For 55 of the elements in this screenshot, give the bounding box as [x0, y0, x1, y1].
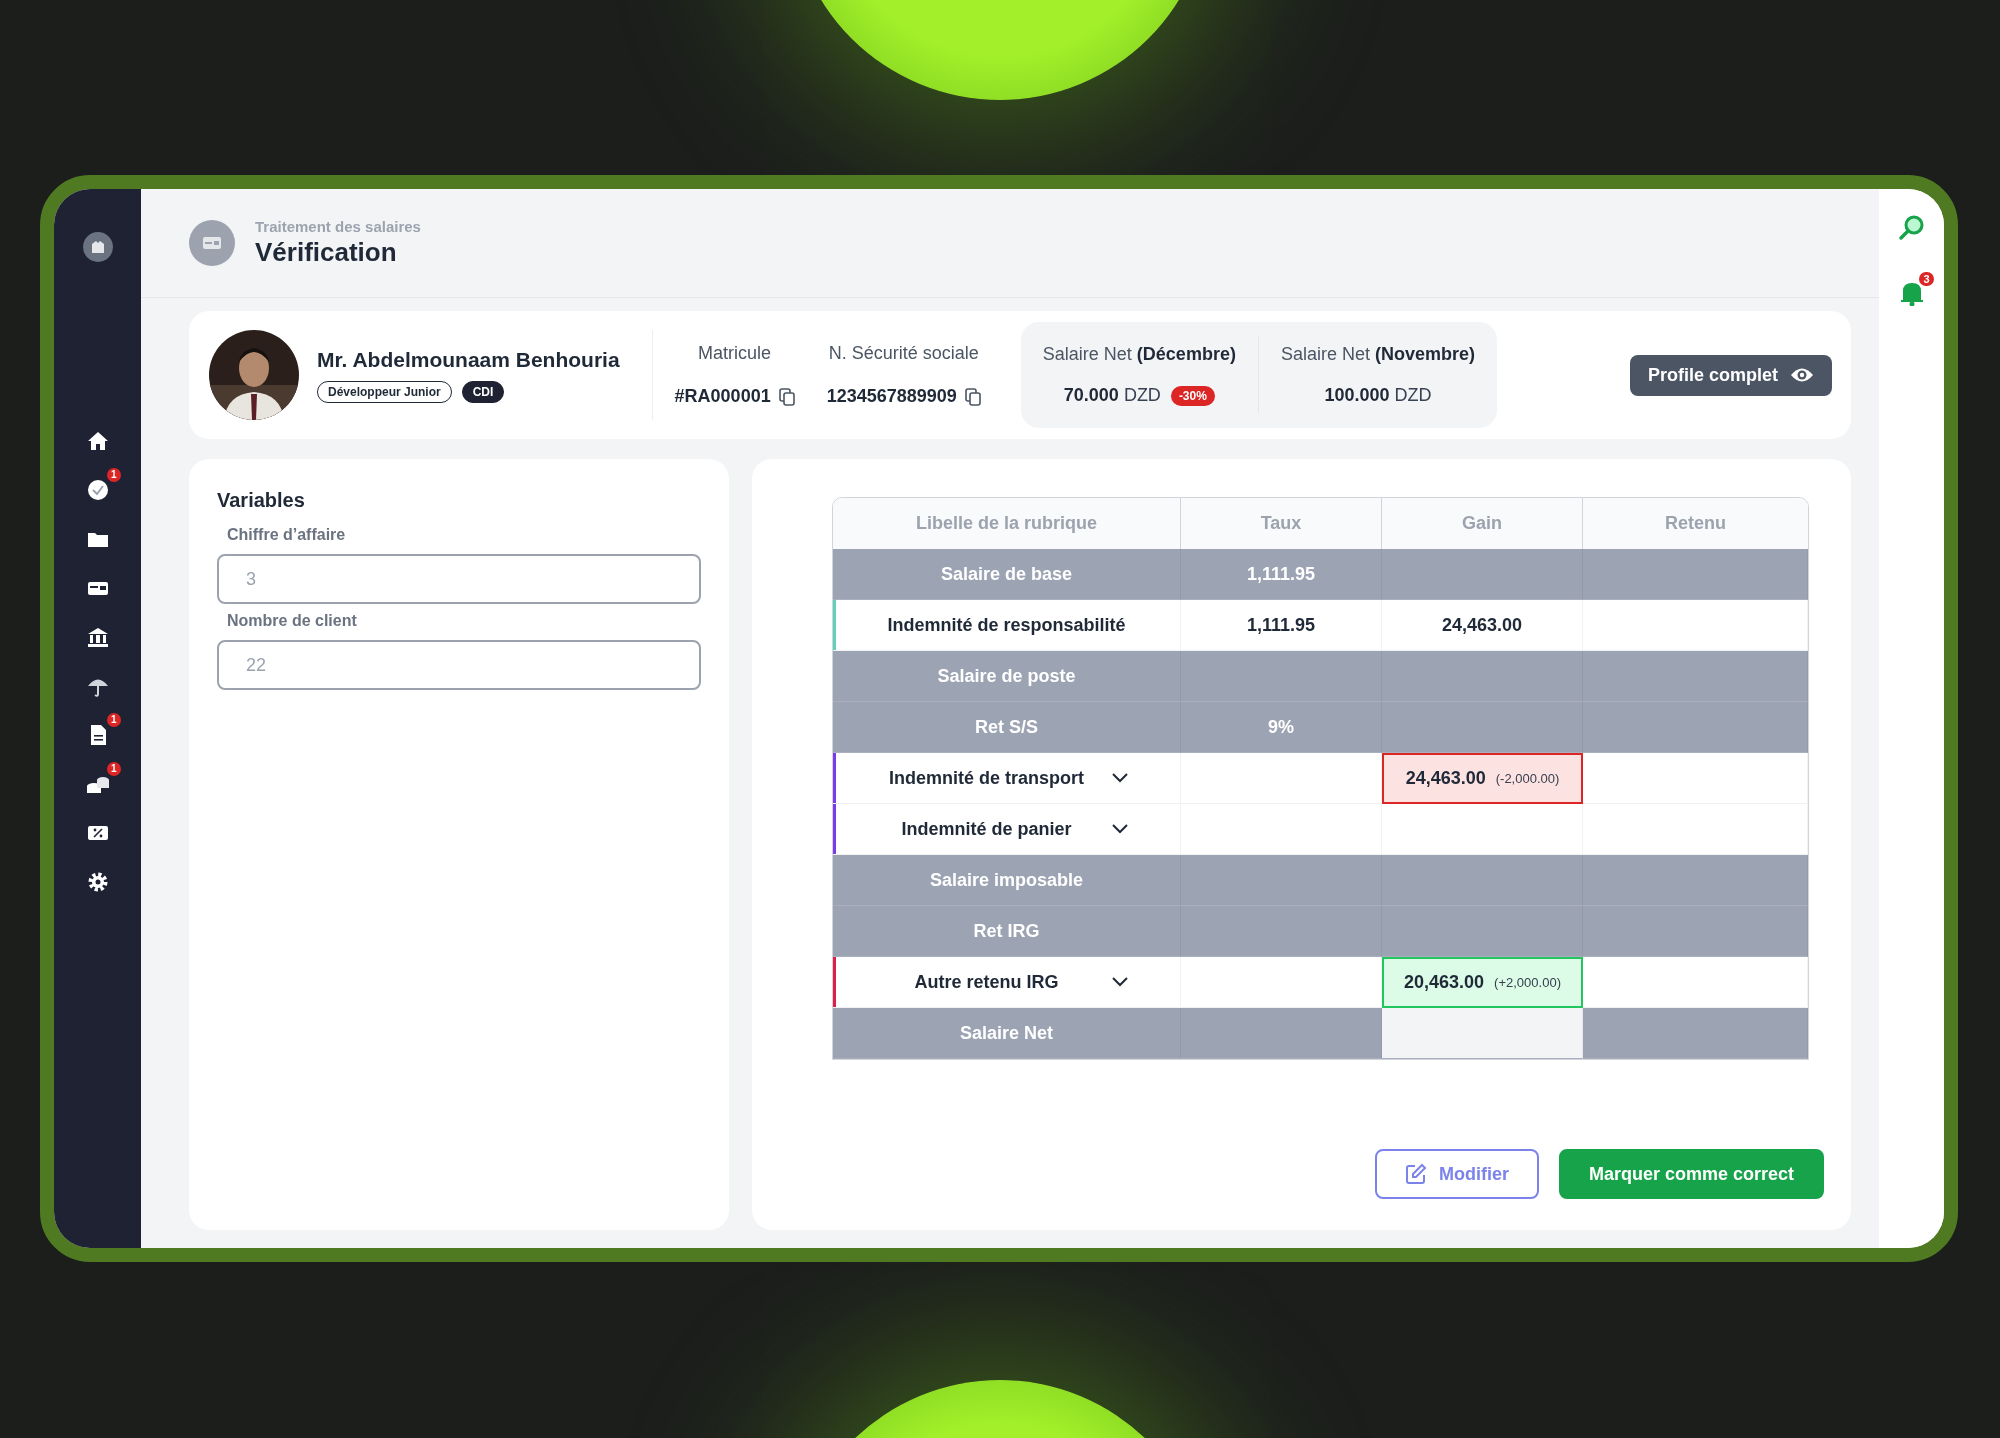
copy-icon[interactable]: [778, 387, 795, 406]
chevron-down-icon[interactable]: [1112, 977, 1128, 987]
search-icon[interactable]: [1897, 214, 1926, 242]
table-cell: Indemnité de panier: [833, 804, 1181, 855]
table-cell: Salaire Net: [833, 1008, 1181, 1059]
field-value: #RA000001: [674, 386, 771, 407]
column-header: Retenu: [1583, 498, 1808, 549]
salary-value: 100.000 DZD: [1324, 385, 1432, 406]
full-profile-button[interactable]: Profile complet: [1629, 354, 1832, 396]
card-icon: [189, 220, 235, 266]
notification-badge: 1: [106, 468, 121, 482]
salary-label: Salaire Net (Novembre): [1280, 344, 1475, 365]
section-title: Variables: [217, 489, 306, 512]
field-label: Nombre de client: [226, 612, 358, 630]
notification-badge: 1: [106, 762, 121, 776]
table-cell: Salaire de poste: [833, 651, 1181, 702]
eye-icon: [1790, 366, 1814, 384]
chevron-down-icon[interactable]: [1112, 824, 1128, 834]
table-cell: Salaire imposable: [833, 855, 1181, 906]
action-button[interactable]: Marquer comme correct: [1558, 1149, 1824, 1199]
input-field[interactable]: 3: [217, 554, 701, 604]
notification-badge: 1: [106, 713, 121, 727]
action-button[interactable]: Modifier: [1374, 1149, 1539, 1199]
column-header: Gain: [1382, 498, 1583, 549]
column-header: Taux: [1181, 498, 1382, 549]
notification-badge: 3: [1919, 272, 1934, 286]
table-cell: 24,463.00 (-2,000.00): [1382, 753, 1583, 804]
field-label: Matricule: [698, 343, 772, 364]
table-cell: Indemnité de transport: [833, 753, 1181, 804]
breadcrumb: Traitement des salaires: [255, 218, 421, 235]
table-cell: Autre retenu IRG: [833, 957, 1181, 1008]
field-label: N. Sécurité sociale: [828, 343, 979, 364]
chevron-down-icon[interactable]: [1112, 773, 1128, 783]
employee-name: Mr. Abdelmounaam Benhouria: [317, 347, 620, 372]
table-cell: 1,111.95: [1181, 549, 1382, 600]
table-cell: Ret S/S: [833, 702, 1181, 753]
role-tag: CDI: [461, 380, 505, 403]
table-cell: 1,111.95: [1181, 600, 1382, 651]
field-value: 1234567889909: [826, 386, 957, 407]
table-cell: 9%: [1181, 702, 1382, 753]
field-label: Chiffre d’affaire: [226, 526, 347, 544]
salary-value: 70.000 DZD: [1063, 385, 1161, 406]
table-cell: Ret IRG: [833, 906, 1181, 957]
page-title: Vérification: [255, 237, 398, 268]
logo-icon: [82, 232, 113, 262]
table-cell: Salaire de base: [833, 549, 1181, 600]
change-badge: -30%: [1170, 385, 1215, 406]
table-cell: Indemnité de responsabilité: [833, 600, 1181, 651]
copy-icon[interactable]: [964, 387, 981, 406]
salary-label: Salaire Net (Décembre): [1042, 344, 1236, 365]
column-header: Libelle de la rubrique: [833, 498, 1181, 549]
edit-icon: [1404, 1163, 1427, 1185]
table-cell: 20,463.00 (+2,000.00): [1382, 957, 1583, 1008]
input-field[interactable]: 22: [217, 640, 701, 690]
table-cell: 24,463.00: [1382, 600, 1583, 651]
